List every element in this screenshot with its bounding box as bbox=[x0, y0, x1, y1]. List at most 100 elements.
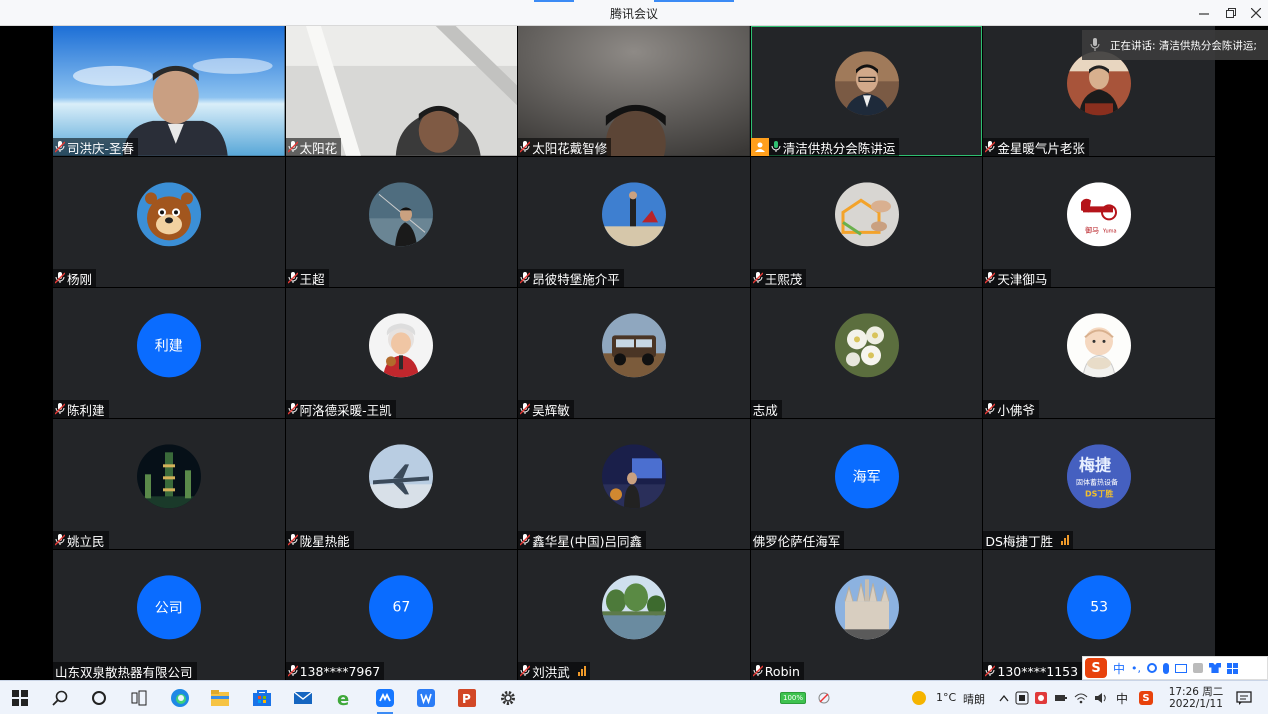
tray-ime-indicator[interactable]: 中 bbox=[1116, 690, 1128, 707]
participant-tile[interactable]: 吴辉敏 bbox=[518, 288, 750, 418]
mic-muted-icon bbox=[985, 272, 996, 284]
edge-taskbar-button[interactable] bbox=[168, 687, 192, 709]
svg-text:P: P bbox=[462, 692, 471, 706]
emoji-icon[interactable] bbox=[1147, 663, 1158, 673]
participant-avatar bbox=[601, 313, 666, 378]
tray-app-2[interactable] bbox=[1032, 687, 1050, 709]
volume-button[interactable] bbox=[1092, 687, 1110, 709]
mic-icon bbox=[1090, 38, 1100, 51]
participant-tile[interactable]: 刘洪武 bbox=[518, 550, 750, 680]
participant-avatar bbox=[1067, 51, 1132, 116]
sogou-tray-button[interactable]: S bbox=[1136, 687, 1156, 709]
participant-name-bar: 志成 bbox=[750, 400, 782, 418]
participant-tile[interactable]: 梅捷 固体蓄热设备 DS丁胜 DS梅捷丁胜 bbox=[983, 419, 1215, 549]
battery-indicator[interactable]: 100% bbox=[778, 687, 808, 709]
participant-tile[interactable]: 小佛爷 bbox=[983, 288, 1215, 418]
participant-tile[interactable]: 王熙茂 bbox=[750, 157, 983, 287]
participant-tile[interactable]: 太阳花 bbox=[285, 26, 518, 156]
signal-strength-icon bbox=[577, 666, 586, 676]
restore-button[interactable] bbox=[1220, 3, 1242, 23]
weather-desc[interactable]: 晴朗 bbox=[963, 691, 985, 707]
participant-avatar bbox=[136, 182, 201, 247]
participant-name-bar: 姚立民 bbox=[53, 531, 109, 549]
wifi-button[interactable] bbox=[1072, 687, 1090, 709]
participant-avatar bbox=[601, 182, 666, 247]
powerpoint-button[interactable]: P bbox=[455, 687, 479, 709]
sun-icon bbox=[912, 691, 926, 705]
participant-name: 陈利建 bbox=[67, 402, 105, 418]
participant-tile[interactable]: 鑫华星(中国)吕同鑫 bbox=[518, 419, 750, 549]
participant-name-bar: 王超 bbox=[285, 269, 329, 287]
minimize-button[interactable] bbox=[1193, 3, 1215, 23]
notification-button[interactable] bbox=[1232, 687, 1256, 709]
close-icon bbox=[1251, 8, 1261, 18]
task-view-button[interactable] bbox=[127, 687, 151, 709]
participant-name: 小佛爷 bbox=[997, 402, 1035, 418]
store-icon bbox=[253, 690, 271, 706]
participant-tile[interactable]: 清洁供热分会陈讲运 bbox=[750, 26, 983, 156]
tencent-meeting-taskbar-button[interactable] bbox=[373, 687, 397, 714]
mic-muted-icon bbox=[55, 534, 65, 546]
weather-button[interactable] bbox=[907, 687, 931, 709]
mic-muted-icon bbox=[520, 141, 531, 153]
participant-name: 清洁供热分会陈讲运 bbox=[782, 140, 896, 156]
participant-tile[interactable]: 阿洛德采暖-王凯 bbox=[285, 288, 518, 418]
participant-tile[interactable]: 司洪庆-圣春 bbox=[53, 26, 285, 156]
participant-tile[interactable]: 67 138****7967 bbox=[285, 550, 518, 680]
search-icon bbox=[52, 690, 68, 706]
start-button[interactable] bbox=[8, 687, 32, 709]
participant-tile[interactable]: 公司 山东双泉散热器有限公司 bbox=[53, 550, 285, 680]
participant-name-bar: Robin bbox=[750, 662, 804, 680]
signal-strength-icon bbox=[1060, 535, 1069, 545]
title-accent-right bbox=[654, 0, 734, 2]
settings-button[interactable] bbox=[496, 687, 520, 709]
participant-video bbox=[53, 26, 285, 156]
taskbar: e P 100% 1°C 晴朗 中 S 17:26 周二 2022/1/11 bbox=[0, 680, 1268, 714]
toolbox-icon[interactable] bbox=[1227, 662, 1239, 674]
voice-icon[interactable] bbox=[1163, 662, 1170, 674]
tray-app-1[interactable] bbox=[1013, 687, 1031, 709]
network-status-button[interactable] bbox=[812, 687, 836, 709]
participant-tile[interactable]: Robin bbox=[750, 550, 983, 680]
store-button[interactable] bbox=[250, 687, 274, 709]
svg-text:Yuma: Yuma bbox=[1102, 228, 1117, 234]
participant-tile[interactable]: 御马 Yuma 天津御马 bbox=[983, 157, 1215, 287]
participant-tile[interactable]: 姚立民 bbox=[53, 419, 285, 549]
participant-tile[interactable]: 王超 bbox=[285, 157, 518, 287]
participant-tile[interactable]: 志成 bbox=[750, 288, 983, 418]
participant-tile[interactable]: 杨刚 bbox=[53, 157, 285, 287]
participant-tile[interactable]: 海军 佛罗伦萨任海军 bbox=[750, 419, 983, 549]
skin-icon[interactable] bbox=[1209, 663, 1222, 673]
clock-time[interactable]: 17:26 周二 bbox=[1168, 684, 1224, 699]
participant-avatar bbox=[136, 444, 201, 509]
mic-muted-icon bbox=[985, 403, 996, 415]
tray-app-3[interactable] bbox=[1052, 687, 1070, 709]
participant-name-bar: 金星暖气片老张 bbox=[983, 138, 1089, 156]
participant-name-bar: 太阳花戴智修 bbox=[518, 138, 612, 156]
ime-toolbar[interactable]: S 中 •, bbox=[1082, 656, 1268, 680]
participant-tile[interactable]: 利建 陈利建 bbox=[53, 288, 285, 418]
ime-lang-label[interactable]: 中 bbox=[1113, 660, 1125, 677]
avatar-initials: 67 bbox=[392, 599, 411, 616]
participant-name-bar: 天津御马 bbox=[983, 269, 1052, 287]
ie-button[interactable]: e bbox=[332, 687, 356, 709]
close-button[interactable] bbox=[1245, 3, 1267, 23]
speaking-label: 正在讲话: 清洁供热分会陈讲运; bbox=[1110, 39, 1257, 52]
search-button[interactable] bbox=[48, 687, 72, 709]
wps-button[interactable] bbox=[414, 687, 438, 709]
participant-avatar bbox=[834, 182, 899, 247]
show-hidden-icons-button[interactable] bbox=[996, 687, 1012, 709]
keyboard-icon[interactable] bbox=[1175, 663, 1188, 673]
mail-button[interactable] bbox=[291, 687, 315, 709]
participant-name-bar: 王熙茂 bbox=[750, 269, 807, 287]
participant-tile[interactable]: 昂彼特堡施介平 bbox=[518, 157, 750, 287]
file-explorer-button[interactable] bbox=[208, 687, 232, 709]
user-icon[interactable] bbox=[1193, 663, 1204, 673]
participant-name-bar: 司洪庆-圣春 bbox=[53, 138, 139, 156]
clock-date[interactable]: 2022/1/11 bbox=[1168, 698, 1224, 710]
participant-tile[interactable]: 陇星热能 bbox=[285, 419, 518, 549]
cortana-button[interactable] bbox=[87, 687, 111, 709]
weather-temp[interactable]: 1°C bbox=[936, 691, 956, 704]
punctuation-icon[interactable]: •, bbox=[1131, 662, 1141, 675]
participant-tile[interactable]: 太阳花戴智修 bbox=[518, 26, 750, 156]
